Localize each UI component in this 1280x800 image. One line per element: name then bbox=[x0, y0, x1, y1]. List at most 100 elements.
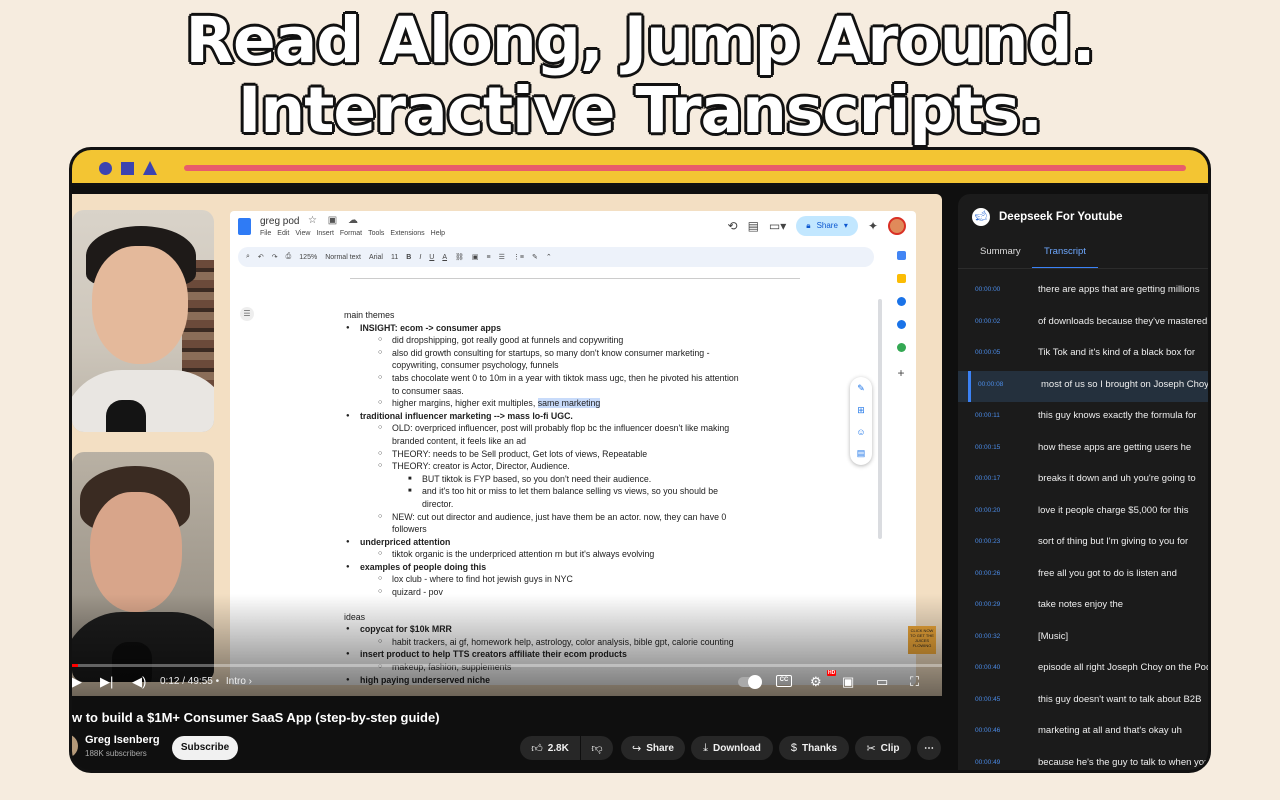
transcript-row[interactable]: 00:00:11 this guy knows exactly the formu… bbox=[958, 402, 1208, 434]
transcript-text: marketing at all and that's okay uh bbox=[1038, 725, 1182, 736]
transcript-timestamp[interactable]: 00:00:40 bbox=[975, 664, 1000, 671]
player-controls: ▶ ▶| ◀) 0:12 / 49:55 • Intro › CC ⚙ HD ▣… bbox=[72, 670, 942, 696]
thanks-button[interactable]: $ Thanks bbox=[779, 736, 849, 760]
tab-divider bbox=[958, 268, 1208, 269]
transcript-timestamp[interactable]: 00:00:26 bbox=[975, 570, 1000, 577]
transcript-row[interactable]: 00:00:05 Tik Tok and it's kind of a black… bbox=[958, 339, 1208, 371]
transcript-timestamp[interactable]: 00:00:15 bbox=[975, 444, 1000, 451]
list-icon: ☰ bbox=[498, 254, 505, 261]
theater-icon[interactable]: ▭ bbox=[876, 674, 888, 690]
subscribe-button[interactable]: Subscribe bbox=[172, 736, 238, 760]
dislike-button[interactable]: 👎︎ bbox=[581, 736, 613, 760]
add-comment-icon: ⊞ bbox=[857, 404, 865, 415]
captions-icon[interactable]: CC bbox=[776, 675, 792, 687]
tab-summary[interactable]: Summary bbox=[980, 246, 1021, 267]
transcript-timestamp[interactable]: 00:00:46 bbox=[975, 727, 1000, 734]
transcript-row[interactable]: 00:00:45 this guy doesn't want to talk ab… bbox=[958, 686, 1208, 718]
like-button[interactable]: 👍︎ 2.8K bbox=[520, 736, 580, 760]
transcript-timestamp[interactable]: 00:00:49 bbox=[975, 759, 1000, 766]
download-button[interactable]: ⤓ Download bbox=[691, 736, 773, 760]
frame-address-bar bbox=[184, 165, 1186, 171]
circle-shape-icon bbox=[99, 162, 112, 175]
transcript-row[interactable]: 00:00:32 [Music] bbox=[958, 623, 1208, 655]
emoji-icon: ☺ bbox=[856, 427, 866, 438]
transcript-text: how these apps are getting users he bbox=[1038, 441, 1192, 453]
suggest-icon: ▤ bbox=[856, 448, 866, 459]
transcript-timestamp[interactable]: 00:00:02 bbox=[975, 318, 1000, 325]
doc-line-text: higher margins, higher exit multiples, s… bbox=[392, 398, 601, 409]
transcript-row[interactable]: 00:00:49 because he's the guy to talk to … bbox=[958, 749, 1208, 771]
channel-name[interactable]: Greg Isenberg bbox=[85, 734, 160, 746]
transcript-timestamp[interactable]: 00:00:23 bbox=[975, 538, 1000, 545]
autoplay-toggle[interactable] bbox=[738, 675, 762, 689]
volume-icon[interactable]: ◀) bbox=[132, 674, 146, 690]
miniplayer-icon[interactable]: ▣ bbox=[842, 674, 854, 690]
deepseek-logo-icon: 🐋︎ bbox=[972, 208, 990, 226]
transcript-text: most of us so I brought on Joseph Choy bbox=[1041, 378, 1209, 390]
transcript-timestamp[interactable]: 00:00:20 bbox=[975, 507, 1000, 514]
play-icon[interactable]: ▶ bbox=[72, 674, 82, 690]
calendar-icon bbox=[896, 251, 906, 260]
tab-transcript[interactable]: Transcript bbox=[1032, 246, 1098, 269]
font-size-field: 11 bbox=[391, 253, 399, 261]
transcript-row[interactable]: 00:00:26 free all you got to do is listen… bbox=[958, 560, 1208, 592]
doc-line: to consumer saas. bbox=[392, 385, 464, 396]
transcript-row[interactable]: 00:00:17 breaks it down and uh you're goi… bbox=[958, 465, 1208, 497]
comment-icon: ▤ bbox=[747, 219, 759, 233]
doc-line: did dropshipping, got really good at fun… bbox=[344, 334, 804, 347]
transcript-row[interactable]: 00:00:46 marketing at all and that's okay… bbox=[958, 717, 1208, 749]
transcript-timestamp[interactable]: 00:00:08 bbox=[978, 381, 1003, 388]
doc-menu-item: File bbox=[260, 230, 272, 237]
style-select: Normal text bbox=[325, 253, 361, 261]
transcript-row[interactable]: 00:00:40 episode all right Joseph Choy on… bbox=[958, 654, 1208, 686]
doc-side-apps: + bbox=[892, 251, 910, 380]
scissors-icon: ✂ bbox=[866, 742, 876, 755]
more-actions-button[interactable]: ⋯ bbox=[917, 736, 941, 760]
fullscreen-icon[interactable]: ⛶ bbox=[910, 674, 919, 690]
panel-title: Deepseek For Youtube bbox=[999, 211, 1123, 223]
doc-line: and it's too hit or miss to let them bal… bbox=[344, 485, 804, 498]
undo-icon: ↶ bbox=[257, 254, 264, 261]
transcript-text: there are apps that are getting millions bbox=[1038, 284, 1200, 295]
doc-share-button: 🔒︎ Share ▾ bbox=[796, 216, 858, 236]
transcript-row[interactable]: 00:00:00 there are apps that are getting … bbox=[958, 276, 1208, 308]
text-color-icon: A bbox=[442, 253, 448, 261]
video-progress-bar[interactable] bbox=[72, 664, 942, 667]
transcript-timestamp[interactable]: 00:00:32 bbox=[975, 633, 1000, 640]
transcript-timestamp[interactable]: 00:00:29 bbox=[975, 601, 1000, 608]
time-display: 0:12 / 49:55 • Intro › bbox=[160, 676, 253, 687]
transcript-row[interactable]: 00:00:29 take notes enjoy the bbox=[958, 591, 1208, 623]
transcript-text: this guy doesn't want to talk about B2B bbox=[1038, 693, 1202, 705]
transcript-row[interactable]: 00:00:20 love it people charge $5,000 for… bbox=[958, 497, 1208, 529]
align-icon: ≡ bbox=[486, 253, 491, 261]
print-icon: ⎙ bbox=[285, 253, 292, 260]
next-icon[interactable]: ▶| bbox=[100, 674, 113, 690]
settings-icon[interactable]: ⚙ bbox=[810, 674, 822, 690]
headline: Read Along, Jump Around. Interactive Tra… bbox=[0, 6, 1280, 146]
microphone-icon bbox=[106, 400, 146, 432]
transcript-row-active[interactable]: 00:00:08 most of us so I brought on Josep… bbox=[958, 370, 1209, 402]
transcript-timestamp[interactable]: 00:00:00 bbox=[975, 286, 1000, 293]
transcript-row[interactable]: 00:00:02 of downloads because they've mas… bbox=[958, 308, 1208, 340]
transcript-timestamp[interactable]: 00:00:45 bbox=[975, 696, 1000, 703]
person-face bbox=[92, 246, 188, 364]
video-player[interactable]: greg pod ☆ ▣ ☁ File Edit View Insert Format T… bbox=[72, 194, 942, 696]
transcript-timestamp[interactable]: 00:00:11 bbox=[975, 412, 1000, 419]
doc-line: traditional influencer marketing --> mas… bbox=[344, 410, 804, 423]
transcript-row[interactable]: 00:00:23 sort of thing but I'm giving to … bbox=[958, 528, 1208, 560]
add-icon: + bbox=[897, 366, 905, 380]
chapter-label[interactable]: Intro bbox=[226, 676, 246, 687]
channel-avatar[interactable] bbox=[72, 734, 78, 758]
transcript-row[interactable]: 00:00:15 how these apps are getting users… bbox=[958, 434, 1208, 466]
doc-share-label: Share bbox=[816, 221, 838, 230]
transcript-timestamp[interactable]: 00:00:05 bbox=[975, 349, 1000, 356]
share-button[interactable]: ↪ Share bbox=[621, 736, 685, 760]
download-icon: ⤓ bbox=[703, 741, 709, 754]
italic-icon: I bbox=[419, 253, 422, 261]
docs-logo-icon bbox=[238, 218, 251, 235]
share-label: Share bbox=[646, 742, 674, 754]
transcript-timestamp[interactable]: 00:00:17 bbox=[975, 475, 1000, 482]
doc-menu-bar: File Edit View Insert Format Tools Extensions H… bbox=[260, 230, 451, 237]
clip-button[interactable]: ✂ Clip bbox=[855, 736, 911, 760]
keep-icon bbox=[896, 274, 906, 283]
